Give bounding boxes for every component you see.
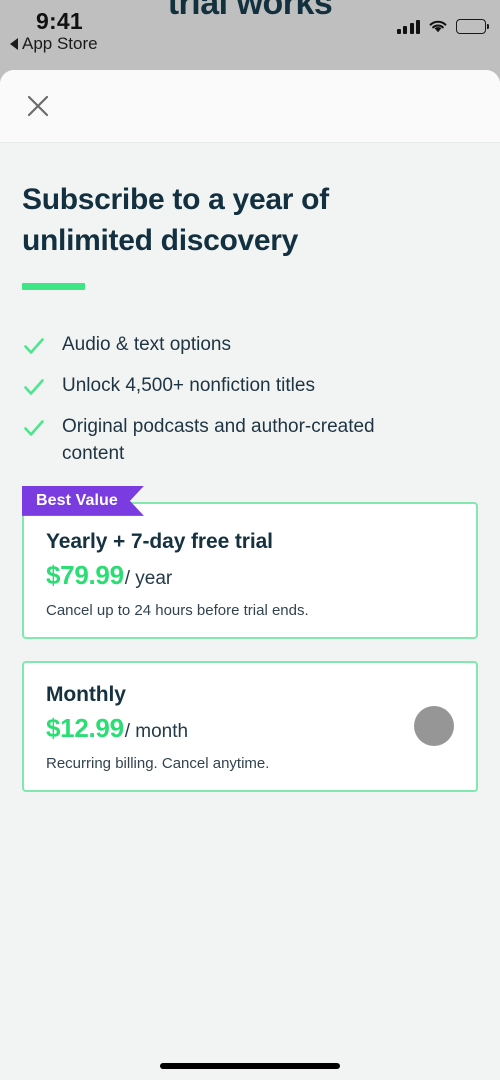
plan-card-yearly[interactable]: Best Value Yearly + 7-day free trial $79… [22,502,478,639]
plan-price-row: $12.99 / month [46,713,454,744]
cursor-indicator [414,706,454,747]
best-value-badge: Best Value [22,486,144,516]
plan-price: $79.99 [46,559,124,590]
back-to-app-store-label: App Store [22,34,98,53]
status-bar: 9:41 App Store [0,0,500,70]
plan-note: Cancel up to 24 hours before trial ends. [46,601,309,619]
home-indicator [160,1063,340,1069]
status-bar-indicators [396,19,490,34]
check-icon [24,420,44,436]
check-icon [24,379,44,395]
plan-price: $12.99 [46,712,124,743]
modal-header [0,70,500,143]
feature-label: Unlock 4,500+ nonfiction titles [62,374,315,396]
check-icon [24,338,44,354]
status-bar-time: 9:41 [36,8,83,34]
accent-underline [22,283,85,290]
feature-item: Audio & text options [22,332,478,359]
plan-period: / month [124,720,189,742]
feature-label: Audio & text options [62,334,231,355]
triangle-left-icon [10,38,18,50]
wifi-icon [429,20,447,33]
cellular-signal-icon [396,20,420,34]
plan-list: Best Value Yearly + 7-day free trial $79… [22,502,478,792]
close-button[interactable] [19,87,57,125]
plan-price-row: $79.99 / year [46,560,454,591]
plan-title: Yearly + 7-day free trial [46,529,273,553]
feature-item: Original podcasts and author-created con… [22,414,478,468]
close-x-icon [27,95,49,117]
subscription-modal-sheet: Subscribe to a year of unlimited discove… [0,70,500,1080]
plan-title: Monthly [46,682,126,706]
feature-item: Unlock 4,500+ nonfiction titles [22,373,478,400]
plan-note: Recurring billing. Cancel anytime. [46,754,270,772]
plan-card-monthly[interactable]: Monthly $12.99 / month Recurring billing… [22,660,478,792]
back-to-app-store-button[interactable]: App Store [10,34,98,54]
plan-period: / year [124,567,173,589]
battery-full-icon [456,19,490,34]
page-title: Subscribe to a year of unlimited discove… [22,183,329,257]
modal-body: Subscribe to a year of unlimited discove… [0,180,500,792]
feature-label: Original podcasts and author-created con… [62,415,375,464]
feature-list: Audio & text options Unlock 4,500+ nonfi… [22,332,478,468]
